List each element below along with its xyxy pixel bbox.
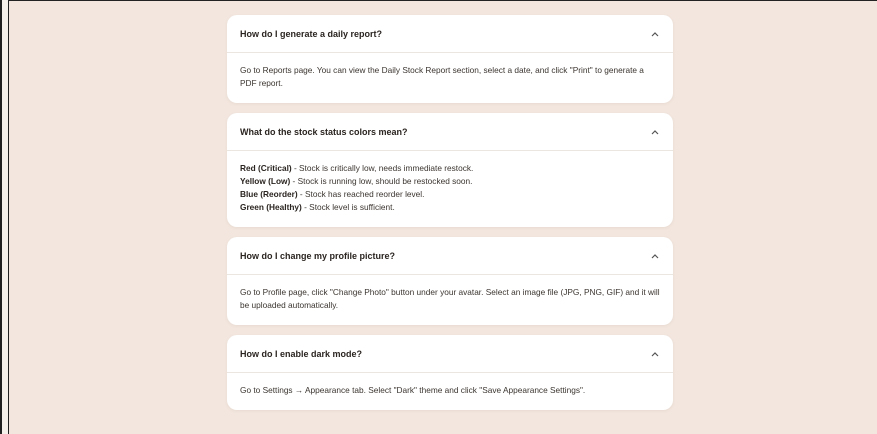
faq-toggle-profile-picture[interactable]: How do I change my profile picture? [227,237,673,275]
chevron-up-icon[interactable] [650,127,660,137]
faq-question: How do I change my profile picture? [240,250,396,261]
faq-item-daily-report: How do I generate a daily report? Go to … [227,15,673,103]
status-label: Green (Healthy) [240,202,302,212]
status-line-yellow: Yellow (Low) - Stock is running low, sho… [240,175,660,188]
status-description: - Stock is running low, should be restoc… [290,176,473,186]
faq-answer: Go to Profile page, click "Change Photo"… [240,287,660,310]
status-description: - Stock is critically low, needs immedia… [291,163,474,173]
faq-answer: Go to Settings → Appearance tab. Select … [240,385,586,395]
faq-toggle-status-colors[interactable]: What do the stock status colors mean? [227,113,673,151]
status-description: - Stock has reached reorder level. [297,189,425,199]
faq-toggle-daily-report[interactable]: How do I generate a daily report? [227,15,673,53]
faq-answer: Go to Reports page. You can view the Dai… [240,65,644,88]
status-line-green: Green (Healthy) - Stock level is suffici… [240,201,660,214]
faq-answer: Red (Critical) - Stock is critically low… [227,151,673,227]
status-label: Yellow (Low) [240,176,291,186]
status-line-red: Red (Critical) - Stock is critically low… [240,162,660,175]
status-label: Red (Critical) [240,163,292,173]
status-line-blue: Blue (Reorder) - Stock has reached reord… [240,188,660,201]
status-description: - Stock level is sufficient. [301,202,395,212]
faq-item-dark-mode: How do I enable dark mode? Go to Setting… [227,335,673,410]
window-left-edge [0,0,9,434]
window-top-border [0,0,877,1]
faq-question: How do I enable dark mode? [240,348,363,359]
chevron-up-icon[interactable] [650,29,660,39]
faq-item-status-colors: What do the stock status colors mean? Re… [227,113,673,227]
status-label: Blue (Reorder) [240,189,298,199]
faq-list: How do I generate a daily report? Go to … [227,15,673,420]
faq-toggle-dark-mode[interactable]: How do I enable dark mode? [227,335,673,373]
chevron-up-icon[interactable] [650,349,660,359]
faq-question: What do the stock status colors mean? [240,126,408,137]
chevron-up-icon[interactable] [650,251,660,261]
faq-question: How do I generate a daily report? [240,28,383,39]
faq-item-profile-picture: How do I change my profile picture? Go t… [227,237,673,325]
